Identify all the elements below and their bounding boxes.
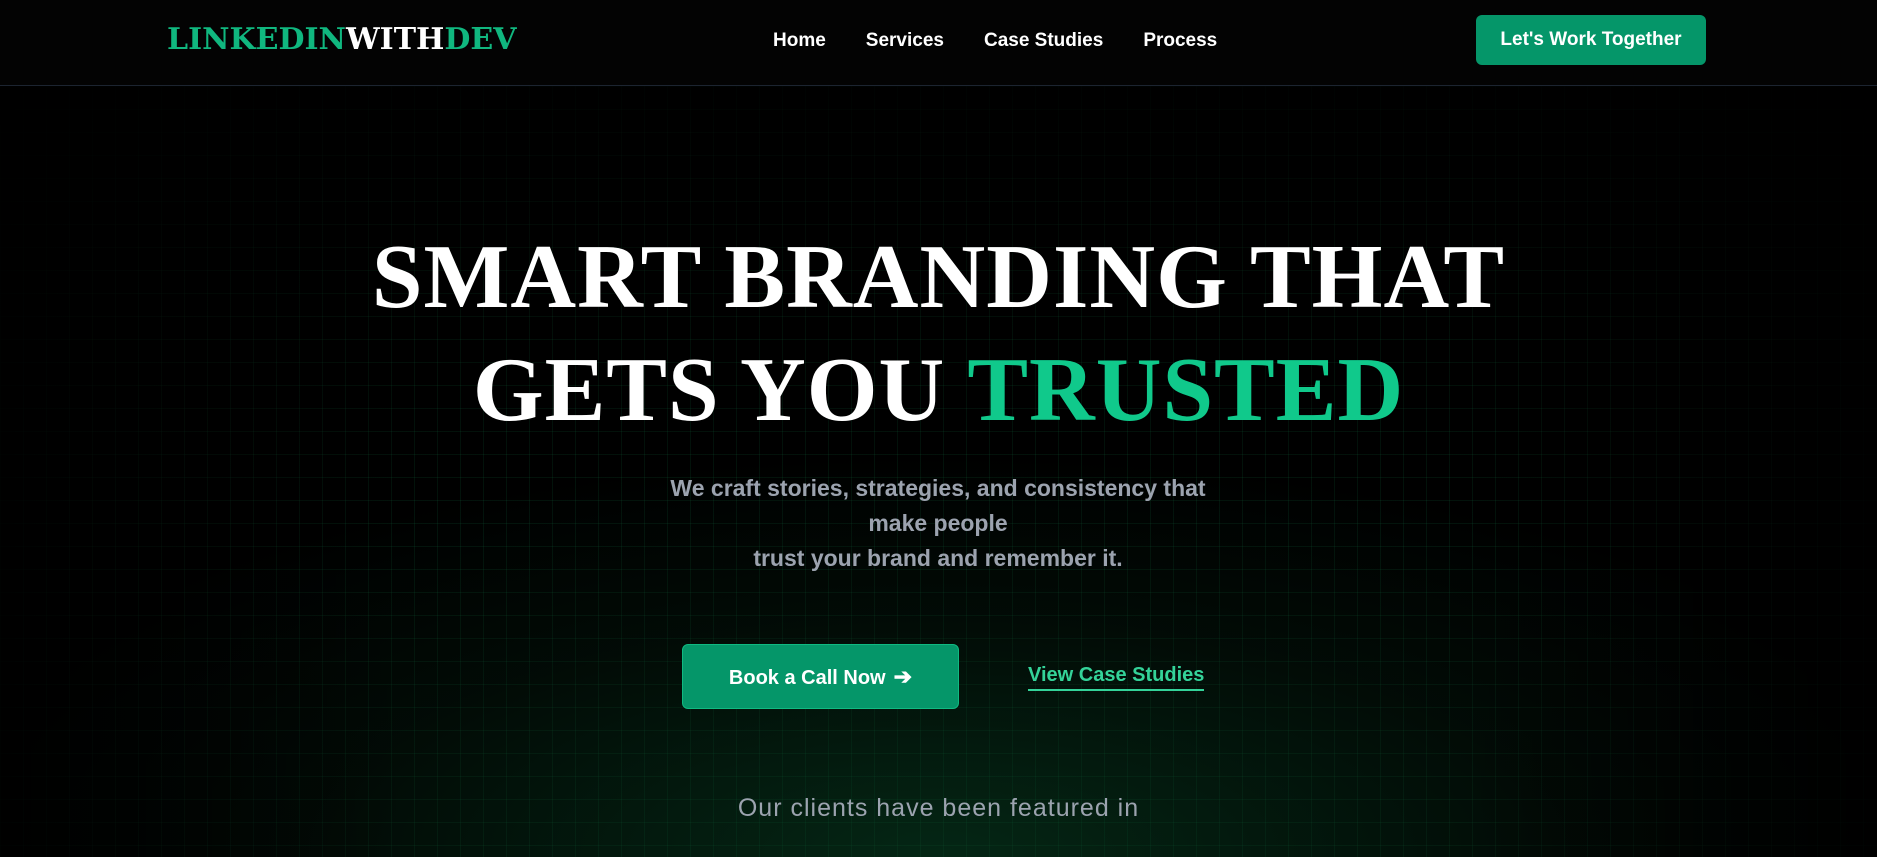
nav-item-process[interactable]: Process <box>1143 28 1217 54</box>
headline-line-1: SMART BRANDING THAT <box>371 226 1506 327</box>
lets-work-together-button[interactable]: Let's Work Together <box>1476 15 1706 65</box>
hero-subtitle: We craft stories, strategies, and consis… <box>638 471 1238 576</box>
hero-headline: SMART BRANDING THAT GETS YOU TRUSTED <box>0 220 1877 446</box>
subtitle-line-2: trust your brand and remember it. <box>753 545 1123 571</box>
headline-accent-word: TRUSTED <box>967 339 1405 440</box>
nav-item-services[interactable]: Services <box>866 28 944 54</box>
logo-part-linkedin: LINKEDIN <box>167 22 346 57</box>
featured-in-heading: Our clients have been featured in <box>737 794 1140 822</box>
book-a-call-label: Book a Call Now <box>728 667 886 689</box>
hero-section: SMART BRANDING THAT GETS YOU TRUSTED We c… <box>0 86 1877 857</box>
nav-item-home[interactable]: Home <box>773 28 826 54</box>
landing-page: LINKEDINWITHDEV Home Services Case Studi… <box>0 0 1877 857</box>
view-case-studies-link[interactable]: View Case Studies <box>1028 662 1205 691</box>
logo-part-dev: DEV <box>444 22 517 57</box>
book-a-call-button[interactable]: Book a Call Now ➔ <box>682 644 959 709</box>
logo-part-with: WITH <box>345 22 445 57</box>
main-nav: Home Services Case Studies Process <box>773 28 1257 54</box>
subtitle-line-1: We craft stories, strategies, and consis… <box>670 475 1206 536</box>
headline-line-2-prefix: GETS YOU <box>472 339 968 440</box>
site-header: LINKEDINWITHDEV Home Services Case Studi… <box>0 0 1877 86</box>
site-logo[interactable]: LINKEDINWITHDEV <box>167 20 517 60</box>
arrow-right-icon: ➔ <box>893 664 913 689</box>
nav-item-case-studies[interactable]: Case Studies <box>984 28 1103 54</box>
